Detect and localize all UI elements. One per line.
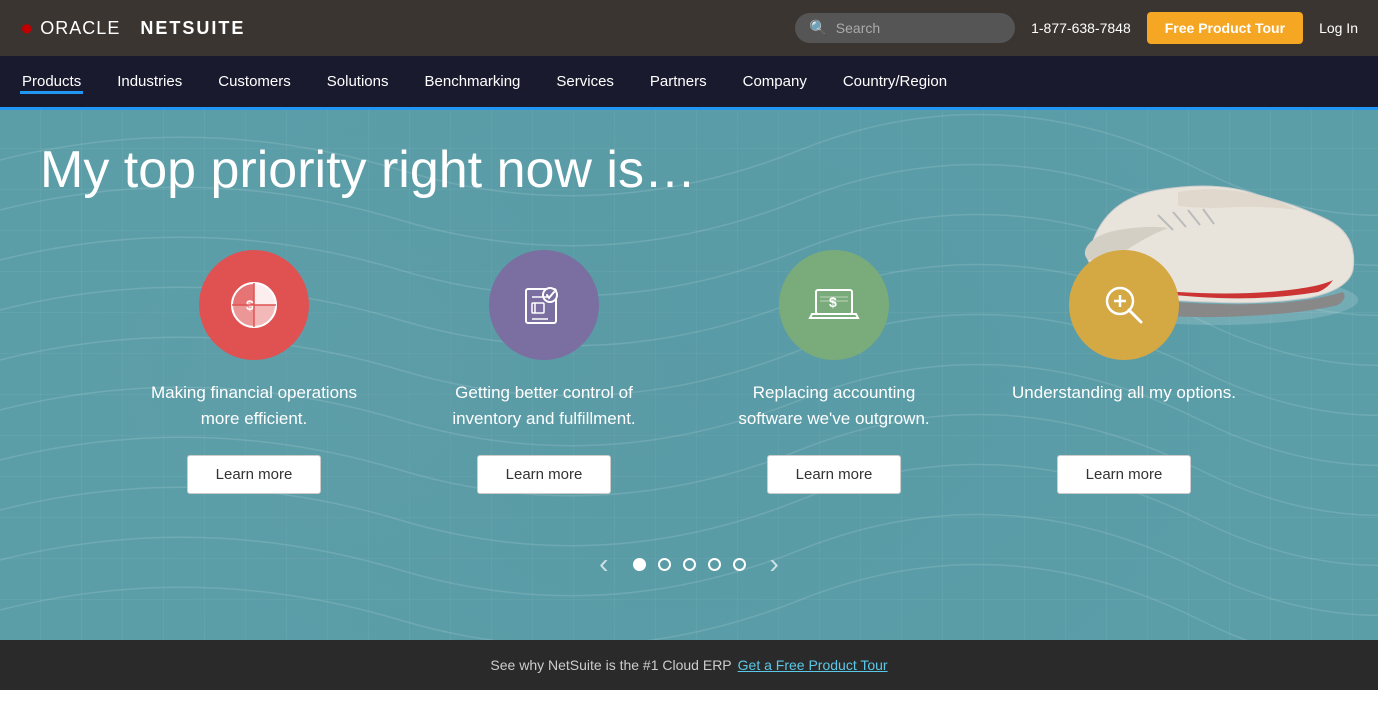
learn-more-options-button[interactable]: Learn more <box>1057 455 1192 494</box>
card-options-text: Understanding all my options. <box>1012 380 1236 431</box>
login-link[interactable]: Log In <box>1319 20 1358 36</box>
nav-item-solutions[interactable]: Solutions <box>325 69 391 94</box>
carousel-dot-4[interactable] <box>708 558 721 571</box>
search-icon: 🔍 <box>809 19 828 37</box>
hero-section: My top priority right now is… $ <box>0 110 1378 640</box>
card-icon-accounting: $ <box>779 250 889 360</box>
card-financial: $ Making financial operations more effic… <box>109 240 399 514</box>
nav-item-customers[interactable]: Customers <box>216 69 293 94</box>
inventory-icon <box>514 275 574 335</box>
card-options: Understanding all my options. Learn more <box>979 240 1269 514</box>
nav-item-services[interactable]: Services <box>554 69 616 94</box>
free-product-tour-button[interactable]: Free Product Tour <box>1147 12 1303 44</box>
carousel-dot-3[interactable] <box>683 558 696 571</box>
card-icon-financial: $ <box>199 250 309 360</box>
logo-oracle-text: ORACLE <box>40 18 120 39</box>
search-bar[interactable]: 🔍 <box>795 13 1015 43</box>
logo-netsuite-text: NETSUITE <box>140 18 245 39</box>
carousel-dot-1[interactable] <box>633 558 646 571</box>
nav-item-company[interactable]: Company <box>741 69 809 94</box>
top-bar: ● ORACLE NETSUITE 🔍 1-877-638-7848 Free … <box>0 0 1378 56</box>
card-accounting: $ Replacing accounting software we've ou… <box>689 240 979 514</box>
card-inventory: Getting better control of inventory and … <box>399 240 689 514</box>
card-icon-inventory <box>489 250 599 360</box>
carousel-dot-2[interactable] <box>658 558 671 571</box>
search-plus-icon <box>1094 275 1154 335</box>
card-financial-text: Making financial operations more efficie… <box>139 380 369 431</box>
learn-more-accounting-button[interactable]: Learn more <box>767 455 902 494</box>
carousel-prev-button[interactable]: ‹ <box>587 544 620 584</box>
learn-more-inventory-button[interactable]: Learn more <box>477 455 612 494</box>
card-icon-options <box>1069 250 1179 360</box>
nav-item-benchmarking[interactable]: Benchmarking <box>423 69 523 94</box>
bottom-bar: See why NetSuite is the #1 Cloud ERP Get… <box>0 640 1378 690</box>
carousel-nav: ‹ › <box>40 544 1338 584</box>
card-accounting-text: Replacing accounting software we've outg… <box>719 380 949 431</box>
phone-number: 1-877-638-7848 <box>1031 20 1131 36</box>
nav-item-partners[interactable]: Partners <box>648 69 709 94</box>
pie-chart-icon: $ <box>224 275 284 335</box>
bottom-bar-text: See why NetSuite is the #1 Cloud ERP <box>490 657 731 673</box>
logo-dot-icon: ● <box>20 15 34 41</box>
svg-text:$: $ <box>829 294 837 310</box>
learn-more-financial-button[interactable]: Learn more <box>187 455 322 494</box>
carousel-dot-5[interactable] <box>733 558 746 571</box>
hero-title: My top priority right now is… <box>40 140 1338 200</box>
card-inventory-text: Getting better control of inventory and … <box>429 380 659 431</box>
logo: ● ORACLE NETSUITE <box>20 15 245 41</box>
nav-item-industries[interactable]: Industries <box>115 69 184 94</box>
nav-item-country-region[interactable]: Country/Region <box>841 69 949 94</box>
cards-row: $ Making financial operations more effic… <box>40 240 1338 514</box>
carousel-next-button[interactable]: › <box>758 544 791 584</box>
search-input[interactable] <box>836 20 996 36</box>
laptop-dollar-icon: $ <box>804 275 864 335</box>
bottom-bar-link[interactable]: Get a Free Product Tour <box>738 657 888 673</box>
nav-item-products[interactable]: Products <box>20 69 83 94</box>
nav-bar: Products Industries Customers Solutions … <box>0 56 1378 110</box>
